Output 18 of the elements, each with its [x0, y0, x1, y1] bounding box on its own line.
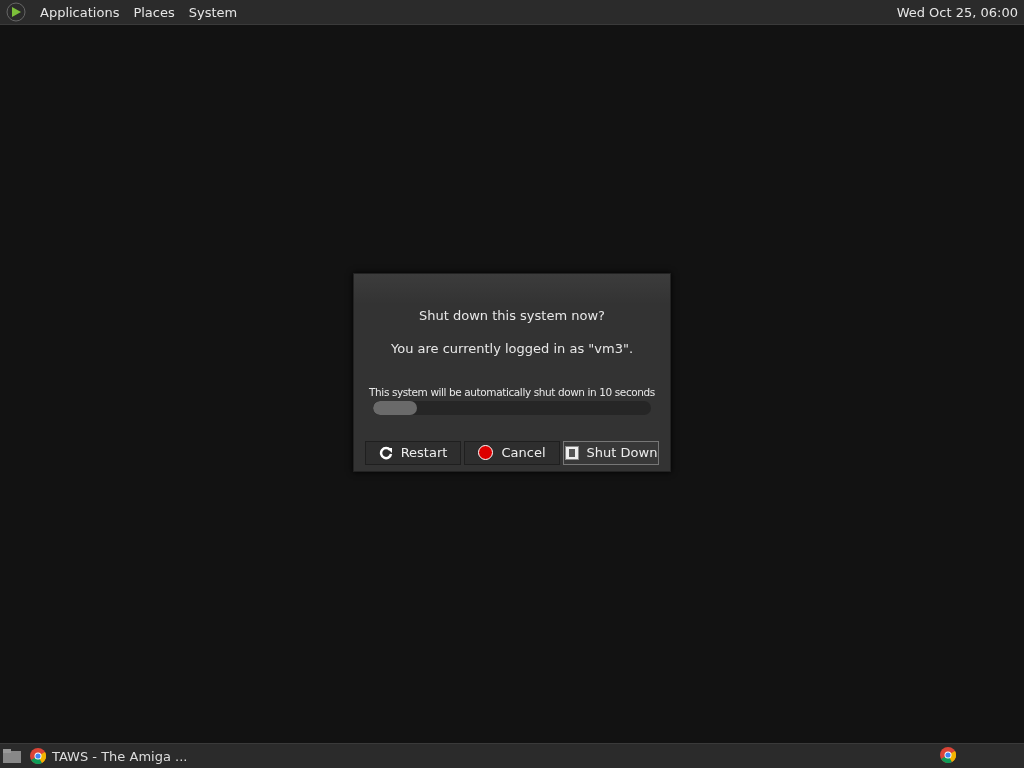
clock[interactable]: Wed Oct 25, 06:00 — [896, 4, 1018, 20]
cancel-button[interactable]: Cancel — [464, 440, 560, 465]
shutdown-icon — [564, 445, 579, 460]
login-message: You are currently logged in as "vm3". — [390, 340, 634, 356]
taskbar-item[interactable]: TAWS - The Amiga ... — [30, 748, 188, 764]
refresh-icon — [378, 445, 393, 460]
logo-icon[interactable] — [6, 2, 26, 22]
browser-icon — [30, 748, 46, 764]
menu-item[interactable]: Applications — [40, 4, 120, 20]
dialog-question: Shut down this system now? — [419, 307, 605, 323]
shutdown-button[interactable]: Shut Down — [563, 440, 659, 465]
menu-item[interactable]: Places — [133, 4, 175, 20]
menu-item[interactable]: System — [188, 4, 238, 20]
countdown-text: This system will be automatically shut down in 10 seconds — [369, 385, 655, 398]
folder-icon[interactable] — [2, 748, 22, 764]
tray-browser-icon — [940, 746, 956, 763]
stop-icon — [478, 445, 494, 460]
restart-button[interactable]: Restart — [365, 440, 461, 465]
